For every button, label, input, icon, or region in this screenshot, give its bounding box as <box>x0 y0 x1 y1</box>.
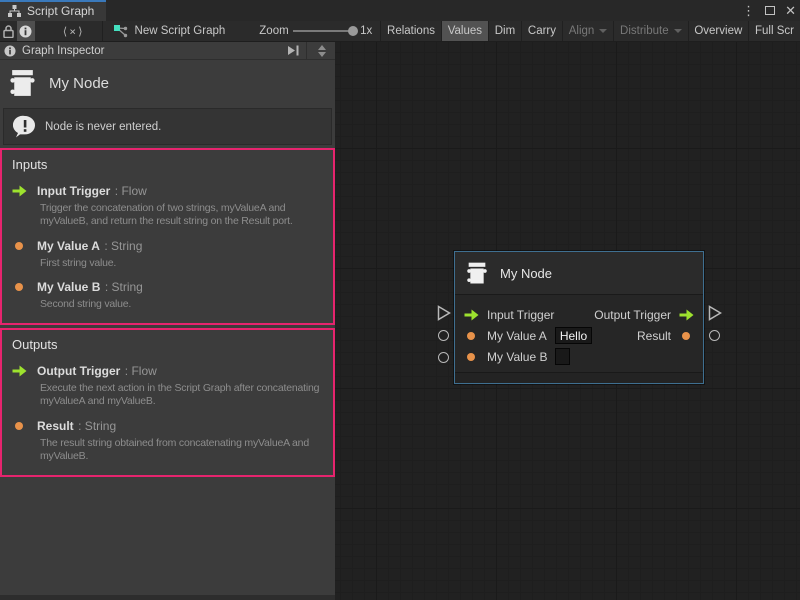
value-port-icon[interactable] <box>467 332 475 340</box>
port-label-output-trigger: Output Trigger <box>594 308 671 322</box>
my-value-b-input[interactable] <box>555 348 570 365</box>
port-description: The result string obtained from concaten… <box>40 437 323 464</box>
toolbar-button-relations[interactable]: Relations <box>381 21 441 41</box>
zoom-slider[interactable] <box>293 30 356 32</box>
toolbar-button-fullscreen[interactable]: Full Scr <box>749 21 800 41</box>
node-header[interactable]: My Node <box>455 252 703 295</box>
toolbar-button-align[interactable]: Align <box>563 21 614 41</box>
inspected-node-header: My Node <box>0 60 335 107</box>
window-menu-icon[interactable]: ⋮ <box>742 4 755 17</box>
inspected-node-title: My Node <box>49 75 109 92</box>
port-description: First string value. <box>40 257 323 270</box>
flow-port-icon <box>12 185 27 197</box>
maximize-icon[interactable] <box>765 6 775 15</box>
separator <box>306 42 307 60</box>
zoom-slider-handle[interactable] <box>348 26 358 36</box>
toolbar-separator <box>102 21 103 41</box>
arrow-down-icon[interactable] <box>318 52 326 57</box>
external-flow-input-port[interactable] <box>437 305 451 321</box>
toolbar-button-values[interactable]: Values <box>442 21 488 41</box>
port-doc-result: Result : String The result string obtain… <box>12 417 323 464</box>
my-value-a-input[interactable]: Hello <box>555 327 592 344</box>
section-title: Inputs <box>12 157 323 172</box>
info-icon <box>19 25 32 38</box>
toolbar-button-overview[interactable]: Overview <box>688 21 748 41</box>
close-icon[interactable]: ✕ <box>785 4 796 17</box>
flow-port-icon[interactable] <box>679 309 694 321</box>
port-doc-my-value-b: My Value B : String Second string value. <box>12 278 323 311</box>
node-title: My Node <box>500 266 552 281</box>
outputs-section: Outputs Output Trigger : Flow Execute th… <box>0 328 335 477</box>
inspector-header: Graph Inspector <box>0 42 335 60</box>
new-script-graph-label: New Script Graph <box>135 25 226 37</box>
flow-port-icon[interactable] <box>464 309 479 321</box>
port-label-my-value-a: My Value A <box>487 329 547 343</box>
code-view-button[interactable]: ⟨×⟩ <box>57 21 90 41</box>
code-icon: ⟨×⟩ <box>62 25 85 38</box>
value-port-icon[interactable] <box>467 353 475 361</box>
value-port-icon[interactable] <box>682 332 690 340</box>
graph-canvas[interactable]: My Node Input Trigger Output Trigger My … <box>335 42 800 600</box>
graph-node-icon <box>113 25 128 38</box>
tab-script-graph[interactable]: Script Graph <box>0 0 106 21</box>
arrow-up-icon[interactable] <box>318 45 326 50</box>
lock-button[interactable] <box>0 21 17 41</box>
node-footer <box>455 372 703 383</box>
warning-text: Node is never entered. <box>45 121 161 133</box>
value-port-icon <box>15 242 23 250</box>
dock-panel-icon[interactable] <box>287 45 300 56</box>
scroll-arrows[interactable] <box>313 45 331 57</box>
hierarchy-icon <box>8 5 21 17</box>
external-value-port[interactable] <box>438 330 449 341</box>
external-flow-output-port[interactable] <box>708 305 722 321</box>
value-port-icon <box>15 283 23 291</box>
flow-port-icon <box>12 365 27 377</box>
section-title: Outputs <box>12 337 323 352</box>
inspector-toggle-button[interactable] <box>17 21 34 41</box>
node-icon <box>9 68 36 99</box>
port-description: Execute the next action in the Script Gr… <box>40 382 323 409</box>
panel-bottom-edge <box>0 595 335 600</box>
port-description: Trigger the concatenation of two strings… <box>40 202 323 229</box>
new-script-graph-button[interactable]: New Script Graph <box>107 21 232 41</box>
toolbar-button-distribute[interactable]: Distribute <box>614 21 688 41</box>
graph-toolbar: ⟨×⟩ New Script Graph Zoom 1x Relations V… <box>0 21 800 42</box>
chevron-down-icon <box>599 29 607 33</box>
external-value-port[interactable] <box>709 330 720 341</box>
zoom-label: Zoom <box>259 25 288 37</box>
port-doc-output-trigger: Output Trigger : Flow Execute the next a… <box>12 362 323 409</box>
port-label-result: Result <box>637 329 671 343</box>
warning-box: Node is never entered. <box>3 108 332 145</box>
title-bar: Script Graph ⋮ ✕ <box>0 0 800 21</box>
toolbar-button-carry[interactable]: Carry <box>522 21 562 41</box>
graph-node-my-node[interactable]: My Node Input Trigger Output Trigger My … <box>454 251 704 384</box>
external-value-port[interactable] <box>438 352 449 363</box>
node-icon <box>466 261 488 286</box>
port-doc-input-trigger: Input Trigger : Flow Trigger the concate… <box>12 182 323 229</box>
tab-label: Script Graph <box>27 4 94 18</box>
port-label-input-trigger: Input Trigger <box>487 308 554 322</box>
toolbar-button-dim[interactable]: Dim <box>489 21 521 41</box>
zoom-value: 1x <box>360 25 372 37</box>
port-doc-my-value-a: My Value A : String First string value. <box>12 237 323 270</box>
port-description: Second string value. <box>40 298 323 311</box>
value-port-icon <box>15 422 23 430</box>
inspector-title: Graph Inspector <box>22 45 281 57</box>
port-label-my-value-b: My Value B <box>487 350 547 364</box>
inputs-section: Inputs Input Trigger : Flow Trigger the … <box>0 148 335 325</box>
chevron-down-icon <box>674 29 682 33</box>
warning-bubble-icon <box>13 115 37 138</box>
lock-icon <box>3 25 14 38</box>
graph-inspector-panel: Graph Inspector My Node Node is never en… <box>0 42 335 600</box>
info-icon <box>4 45 16 57</box>
